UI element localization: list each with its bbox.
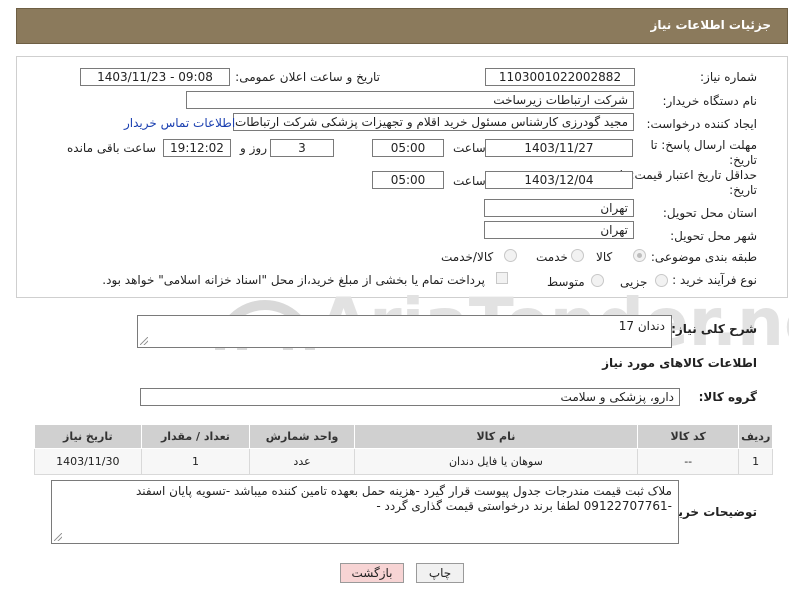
deadline-time-label: ساعت [453,141,486,155]
resize-handle-icon [54,533,62,541]
province-label: استان محل تحویل: [662,206,757,220]
deadline-date-field: 1403/11/27 [485,139,633,157]
validity-time-label: ساعت [453,174,486,188]
buyer-notes-textarea: ملاک ثبت قیمت مندرجات جدول پیوست قرار گی… [51,480,679,544]
category-option-goods-service: کالا/خدمت [441,250,494,264]
summary-label: شرح کلی نیاز: [671,322,757,336]
resize-handle-icon [140,337,148,345]
col-item-name: نام کالا [353,424,638,449]
cell-item-code: -- [636,448,740,475]
creator-field: مجید گودرزی کارشناس مسئول خرید اقلام و ت… [233,113,634,131]
col-need-date: تاریخ نیاز [34,424,142,449]
buyer-notes-line-1: ملاک ثبت قیمت مندرجات جدول پیوست قرار گی… [135,484,672,498]
cell-need-date: 1403/11/30 [34,448,142,475]
buyer-org-label: نام دستگاه خریدار: [662,94,758,108]
category-radio-goods-service[interactable] [504,249,517,262]
category-option-service: خدمت [536,250,568,264]
city-field: تهران [484,221,634,239]
purchase-option-medium: متوسط [547,275,585,289]
col-item-code: کد کالا [636,424,740,449]
cell-item-name: سوهان یا فایل دندان [353,448,638,475]
goods-info-title: اطلاعات کالاهای مورد نیاز [602,356,757,370]
category-radio-service[interactable] [571,249,584,262]
category-label: طبقه بندی موضوعی: [650,250,757,264]
remaining-days-field: 3 [270,139,334,157]
table-row: 1 -- سوهان یا فایل دندان عدد 1 1403/11/3… [34,448,773,475]
items-table-header: ردیف کد کالا نام کالا واحد شمارش تعداد /… [34,424,773,449]
city-label: شهر محل تحویل: [670,229,757,243]
buyer-notes-line-2: -09122707761 لطفا برند درخواستی قیمت گذا… [376,499,672,513]
announce-datetime-field: 1403/11/23 - 09:08 [80,68,230,86]
validity-label-date: تاریخ: [729,183,757,197]
col-row-number: ردیف [738,424,773,449]
need-number-label: شماره نیاز: [700,70,757,84]
page-title: جزئیات اطلاعات نیاز [650,18,771,32]
category-option-goods: کالا [596,250,613,264]
treasury-checkbox[interactable] [496,272,508,284]
buyer-org-field: شرکت ارتباطات زیرساخت [186,91,634,109]
cell-unit: عدد [249,448,355,475]
deadline-time-field: 05:00 [372,139,444,157]
purchase-radio-medium[interactable] [591,274,604,287]
buyer-contact-link[interactable]: اطلاعات تماس خریدار [124,116,235,130]
creator-label: ایجاد کننده درخواست: [646,117,757,131]
category-radio-goods[interactable] [633,249,646,262]
back-button[interactable]: بازگشت [340,563,404,583]
deadline-label-date: تاریخ: [729,153,757,167]
cell-quantity: 1 [140,448,251,475]
summary-text: دندان 17 [618,319,665,333]
treasury-checkbox-label: پرداخت تمام یا بخشی از مبلغ خرید،از محل … [102,273,485,287]
goods-group-label: گروه کالا: [698,390,757,404]
deadline-label: مهلت ارسال پاسخ: تا [650,138,757,152]
purchase-option-minor: جزیی [620,275,648,289]
page-header: جزئیات اطلاعات نیاز [16,8,788,44]
goods-group-field: دارو، پزشکی و سلامت [140,388,680,406]
col-unit: واحد شمارش [249,424,355,449]
purchase-type-label: نوع فرآیند خرید : [672,273,757,287]
purchase-radio-minor[interactable] [655,274,668,287]
validity-label: حداقل تاریخ اعتبار قیمت: تا [619,168,757,182]
remaining-time-field: 19:12:02 [163,139,231,157]
remaining-time-label: ساعت باقی مانده [67,141,157,155]
col-quantity: تعداد / مقدار [140,424,251,449]
validity-time-field: 05:00 [372,171,444,189]
cell-row-number: 1 [738,448,773,475]
need-number-field: 1103001022002882 [485,68,635,86]
province-field: تهران [484,199,634,217]
remaining-days-label: روز و [240,141,267,155]
items-table: ردیف کد کالا نام کالا واحد شمارش تعداد /… [34,424,773,475]
summary-textarea: دندان 17 [137,315,672,348]
announce-label: تاریخ و ساعت اعلان عمومی: [235,70,380,84]
validity-date-field: 1403/12/04 [485,171,633,189]
print-button[interactable]: چاپ [416,563,464,583]
